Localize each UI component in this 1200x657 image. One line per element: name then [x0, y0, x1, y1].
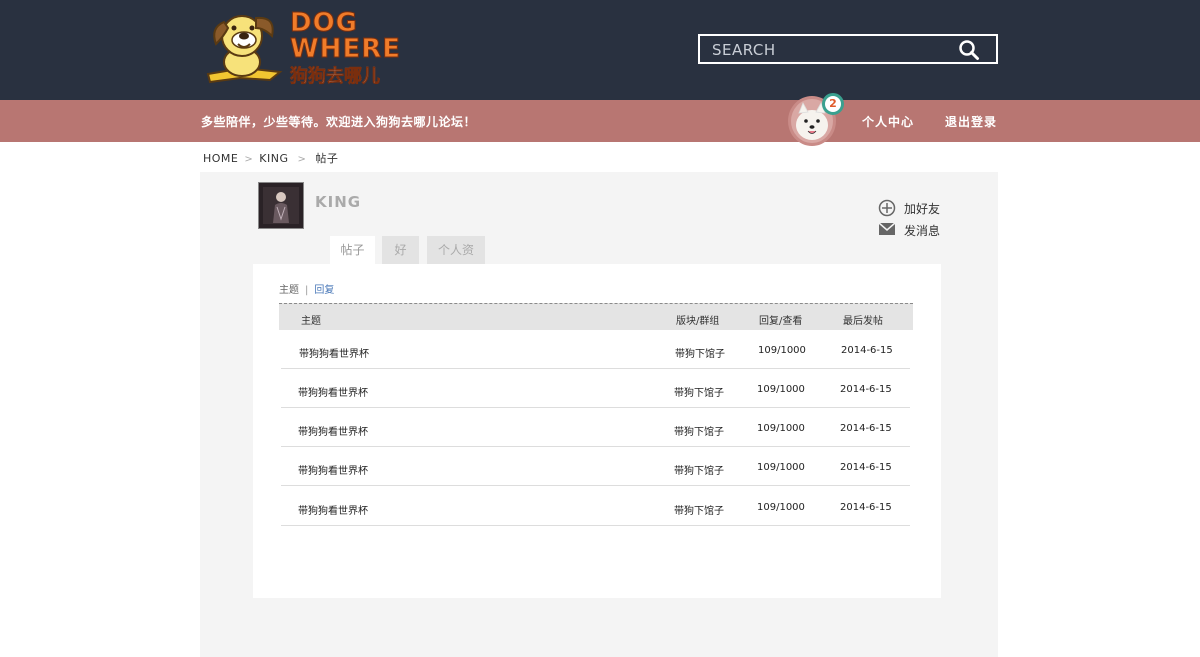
user-profile-avatar[interactable] — [258, 182, 304, 229]
personal-center-link[interactable]: 个人中心 — [862, 113, 914, 130]
search-icon[interactable] — [958, 39, 980, 61]
post-date: 2014-6-15 — [840, 502, 892, 513]
site-logo[interactable]: DOG WHERE 狗狗去哪儿 — [200, 6, 401, 94]
subtab-replies[interactable]: 回复 — [314, 285, 334, 296]
profile-photo-icon — [259, 183, 303, 228]
add-friend-label: 加好友 — [904, 202, 941, 216]
send-message-button[interactable]: 发消息 — [878, 220, 948, 240]
table-row[interactable]: 带狗狗看世界杯 带狗下馆子 109/1000 2014-6-15 — [281, 330, 910, 369]
posts-content: 主题 | 回复 主题 版块/群组 回复/查看 最后发帖 带狗狗看世界杯 带狗下馆子 … — [253, 264, 941, 598]
logo-word-dog: DOG — [290, 8, 359, 38]
breadcrumb-separator: > — [297, 154, 307, 165]
post-board[interactable]: 带狗下馆子 — [674, 423, 724, 438]
post-board[interactable]: 带狗下馆子 — [675, 345, 725, 360]
notification-badge[interactable]: 2 — [822, 93, 844, 115]
tab-posts[interactable]: 帖子 — [330, 236, 375, 264]
site-header: DOG WHERE 狗狗去哪儿 — [0, 0, 1200, 100]
envelope-icon — [878, 222, 896, 235]
welcome-bar: 多些陪伴，少些等待。欢迎进入狗狗去哪儿论坛！ — [0, 100, 1200, 142]
subtab-divider: | — [305, 285, 309, 296]
post-title[interactable]: 带狗狗看世界杯 — [298, 502, 368, 517]
breadcrumb: HOME > KING > 帖子 — [203, 150, 338, 166]
post-title[interactable]: 带狗狗看世界杯 — [298, 423, 368, 438]
post-title[interactable]: 带狗狗看世界杯 — [298, 462, 368, 477]
post-date: 2014-6-15 — [840, 423, 892, 434]
user-avatar-button[interactable]: 2 — [788, 93, 844, 148]
breadcrumb-home[interactable]: HOME — [203, 152, 238, 165]
table-row[interactable]: 带狗狗看世界杯 带狗下馆子 109/1000 2014-6-15 — [281, 408, 910, 447]
table-row[interactable]: 带狗狗看世界杯 带狗下馆子 109/1000 2014-6-15 — [281, 447, 910, 486]
post-board[interactable]: 带狗下馆子 — [674, 502, 724, 517]
column-header-stats: 回复/查看 — [759, 316, 803, 327]
posts-table-header: 主题 版块/群组 回复/查看 最后发帖 — [279, 303, 913, 330]
profile-username: KING — [315, 193, 362, 211]
dog-mascot-icon — [206, 15, 283, 84]
logout-link[interactable]: 退出登录 — [945, 113, 997, 130]
breadcrumb-separator: > — [244, 154, 254, 165]
logo-word-where: WHERE — [290, 34, 401, 64]
tab-profile-info[interactable]: 个人资料 — [427, 236, 485, 285]
column-header-board: 版块/群组 — [676, 316, 720, 327]
post-subtabs: 主题 | 回复 — [279, 281, 334, 296]
column-header-last-post: 最后发帖 — [843, 316, 883, 327]
logo-chinese-name: 狗狗去哪儿 — [290, 66, 381, 88]
breadcrumb-user[interactable]: KING — [259, 152, 288, 165]
post-board[interactable]: 带狗下馆子 — [674, 384, 724, 399]
logo-text: DOG WHERE 狗狗去哪儿 — [290, 8, 401, 94]
post-title[interactable]: 带狗狗看世界杯 — [298, 384, 368, 399]
search-box — [698, 34, 998, 64]
tab-friends[interactable]: 好友 — [382, 236, 419, 285]
send-message-label: 发消息 — [904, 224, 941, 238]
table-row[interactable]: 带狗狗看世界杯 带狗下馆子 109/1000 2014-6-15 — [281, 369, 910, 408]
search-input[interactable] — [712, 39, 952, 61]
post-stats: 109/1000 — [757, 423, 805, 434]
post-stats: 109/1000 — [758, 345, 806, 356]
post-date: 2014-6-15 — [841, 345, 893, 356]
column-header-topic: 主题 — [301, 316, 321, 327]
post-stats: 109/1000 — [757, 462, 805, 473]
add-circle-icon — [878, 199, 896, 217]
subtab-topics[interactable]: 主题 — [279, 285, 299, 296]
post-board[interactable]: 带狗下馆子 — [674, 462, 724, 477]
post-stats: 109/1000 — [757, 502, 805, 513]
table-row[interactable]: 带狗狗看世界杯 带狗下馆子 109/1000 2014-6-15 — [281, 487, 910, 526]
post-date: 2014-6-15 — [840, 384, 892, 395]
profile-panel: KING 加好友 发消息 帖子 好友 个人资料 主题 | 回复 主题 版块/群组 回… — [200, 172, 998, 657]
post-stats: 109/1000 — [757, 384, 805, 395]
add-friend-button[interactable]: 加好友 — [878, 198, 948, 218]
welcome-message: 多些陪伴，少些等待。欢迎进入狗狗去哪儿论坛！ — [201, 115, 477, 129]
post-title[interactable]: 带狗狗看世界杯 — [299, 345, 369, 360]
breadcrumb-current: 帖子 — [315, 152, 339, 165]
post-date: 2014-6-15 — [840, 462, 892, 473]
